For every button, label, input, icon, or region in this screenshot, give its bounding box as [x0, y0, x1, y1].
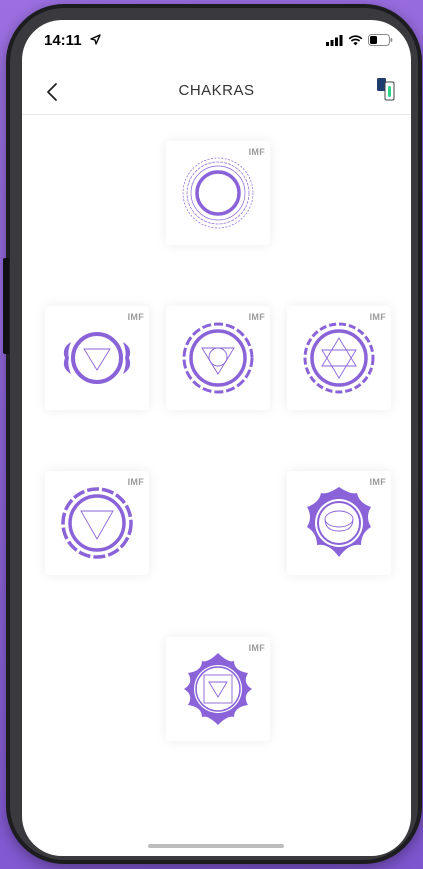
device-toggle-button[interactable] — [375, 76, 399, 102]
third-eye-chakra-icon — [63, 332, 131, 384]
throat-chakra-icon — [182, 322, 254, 394]
crown-chakra-icon — [182, 157, 254, 229]
sacral-chakra-icon — [307, 487, 371, 557]
root-chakra-icon — [184, 653, 252, 725]
navigation-bar: CHAKRAS — [22, 72, 411, 115]
chakra-tile-throat[interactable]: IMF — [166, 306, 270, 410]
status-time: 14:11 — [44, 32, 82, 49]
home-indicator[interactable] — [148, 844, 284, 848]
status-bar: 14:11 — [22, 20, 411, 64]
battery-icon — [368, 34, 393, 46]
signal-icon — [326, 34, 343, 46]
chakra-tile-heart[interactable]: IMF — [287, 306, 391, 410]
solar-plexus-chakra-icon — [61, 487, 133, 559]
chakra-tile-root[interactable]: IMF — [166, 637, 270, 741]
side-button — [3, 258, 9, 354]
chakra-tile-sacral[interactable]: IMF — [287, 471, 391, 575]
screen: 14:11 CHAKRAS IMF IMF IMF IMF IMF IMF IM… — [22, 20, 411, 856]
chakra-tile-solar-plexus[interactable]: IMF — [45, 471, 149, 575]
chakra-tile-crown[interactable]: IMF — [166, 141, 270, 245]
location-arrow-icon — [90, 34, 101, 45]
page-title: CHAKRAS — [178, 82, 255, 99]
device-toggle-icon — [377, 78, 395, 101]
heart-chakra-icon — [303, 322, 375, 394]
wifi-icon — [348, 34, 363, 45]
chakra-tile-third-eye[interactable]: IMF — [45, 306, 149, 410]
